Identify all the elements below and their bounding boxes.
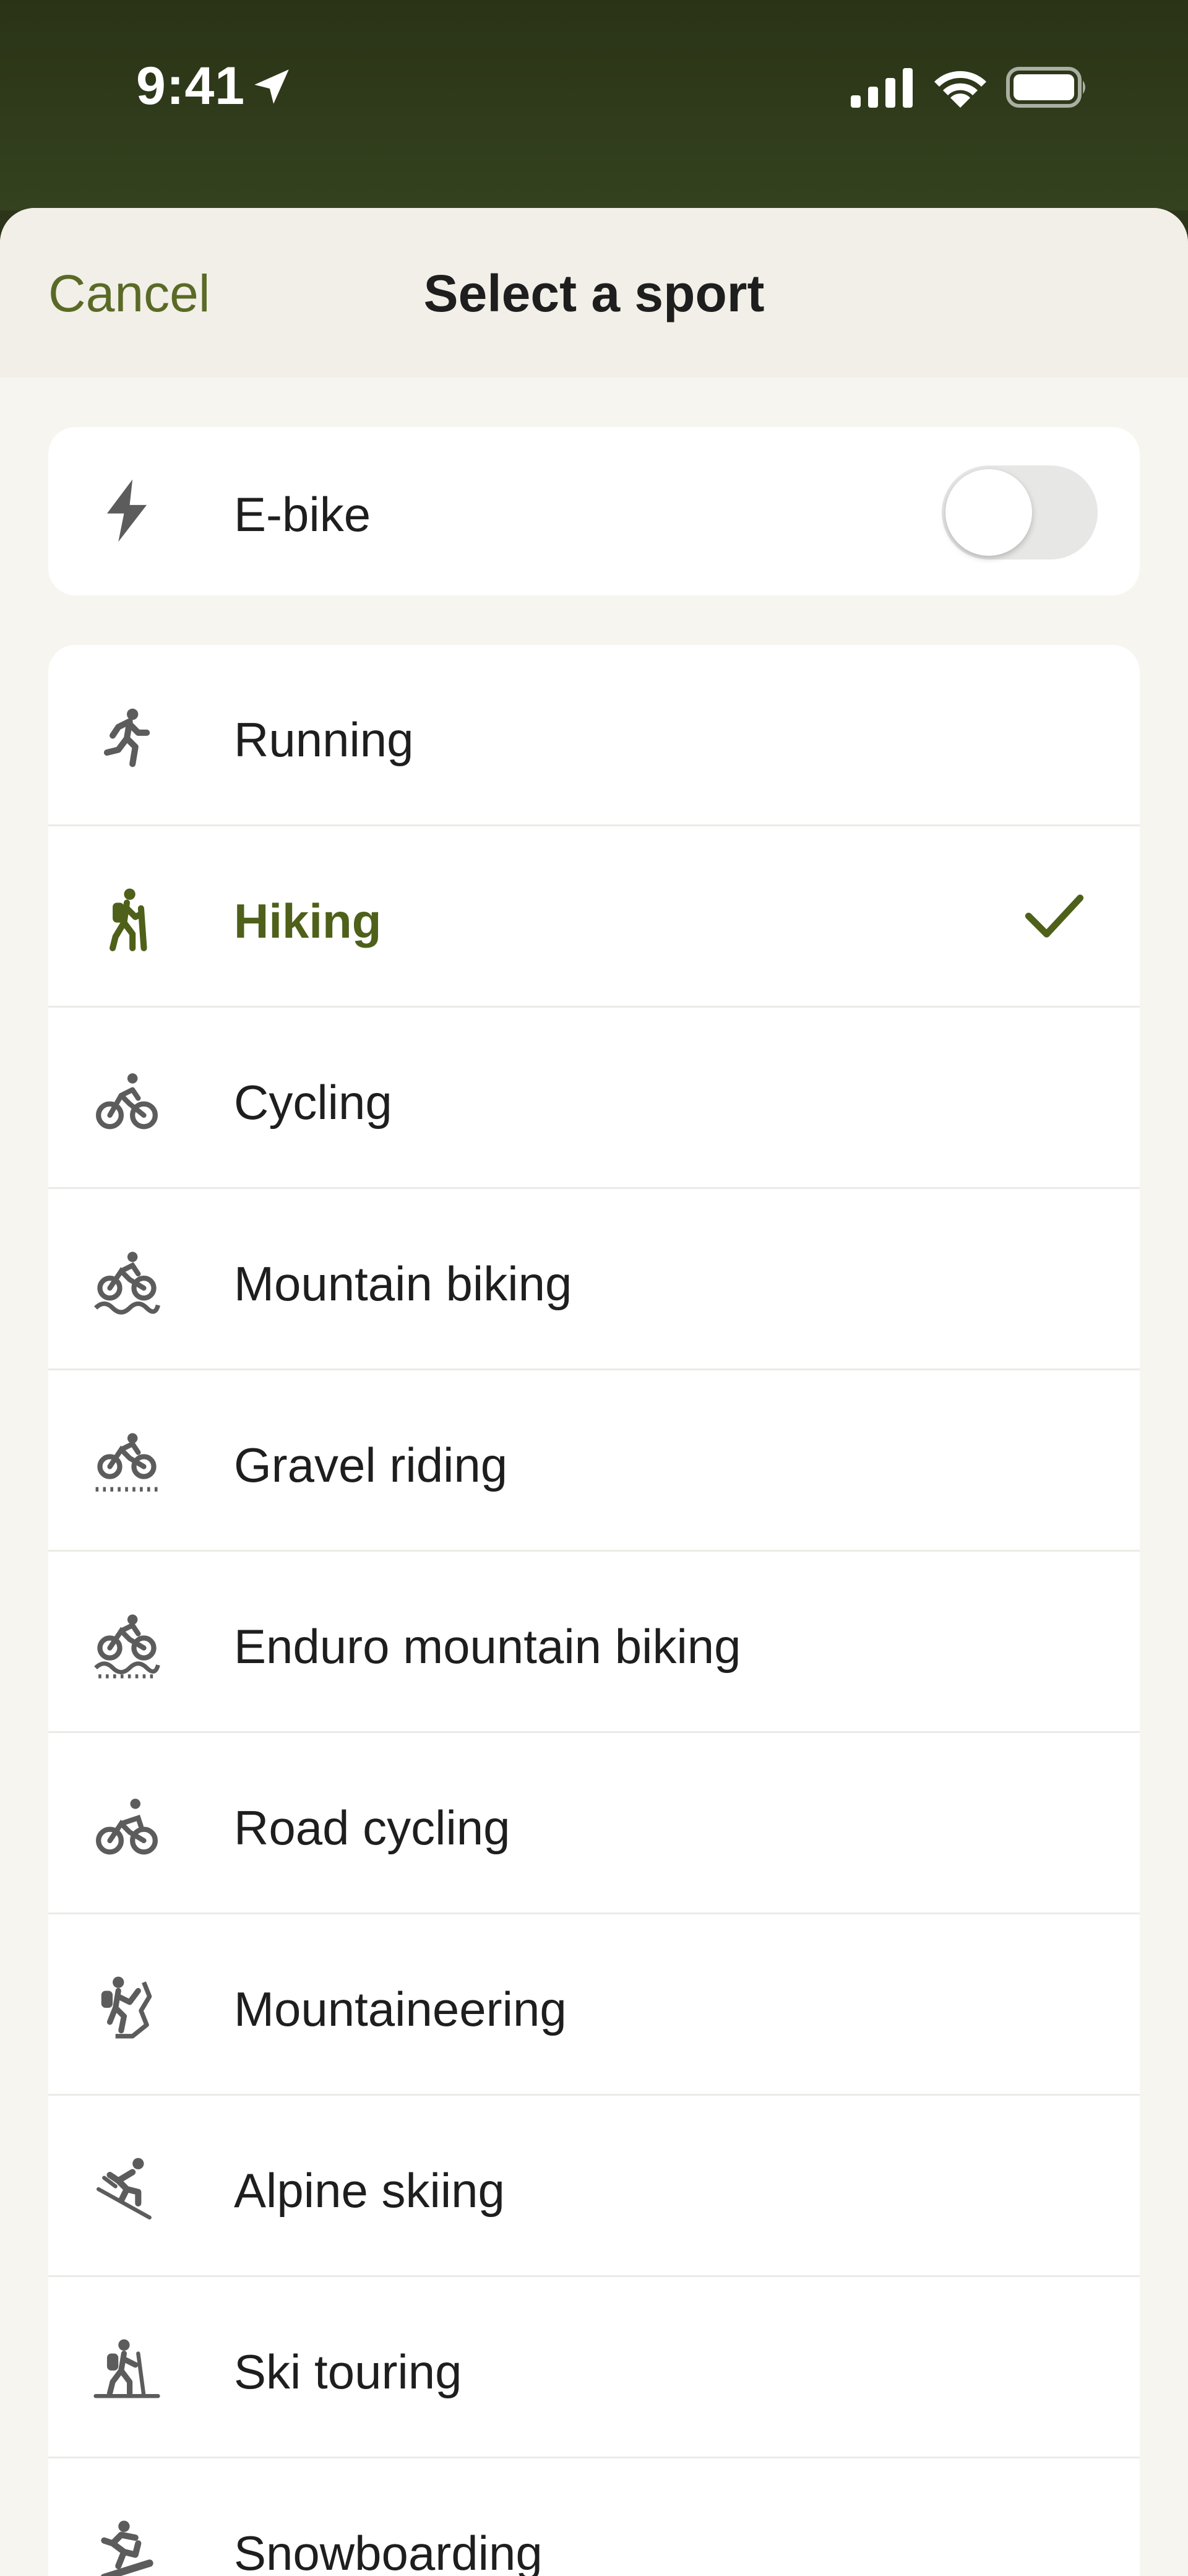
sport-row-ski-touring[interactable]: Ski touring xyxy=(48,2277,1140,2458)
ski-touring-icon xyxy=(93,2339,160,2398)
sport-label: Road cycling xyxy=(234,1800,510,1855)
sheet-header: Select a sport Cancel xyxy=(0,208,1188,378)
sport-row-gravel-riding[interactable]: Gravel riding xyxy=(48,1370,1140,1552)
ebike-label: E-bike xyxy=(234,487,371,542)
checkmark-icon xyxy=(1025,894,1084,938)
hiking-icon xyxy=(110,888,147,951)
sport-row-enduro-mountain-biking[interactable]: Enduro mountain biking xyxy=(48,1552,1140,1733)
sport-label: Cycling xyxy=(234,1075,392,1130)
sport-label: Ski touring xyxy=(234,2345,462,2399)
enduro-biking-icon xyxy=(94,1614,160,1679)
sport-label: Alpine skiing xyxy=(234,2163,505,2218)
battery-icon xyxy=(1006,67,1085,108)
alpine-skiing-icon xyxy=(96,2158,152,2220)
ebike-card: E-bike xyxy=(48,427,1140,595)
sport-row-mountaineering[interactable]: Mountaineering xyxy=(48,1914,1140,2096)
sport-row-mountain-biking[interactable]: Mountain biking xyxy=(48,1189,1140,1370)
cancel-button[interactable]: Cancel xyxy=(48,264,210,324)
sport-row-snowboarding[interactable]: Snowboarding xyxy=(48,2458,1140,2576)
mountaineering-icon xyxy=(101,1976,152,2039)
sport-label: Snowboarding xyxy=(234,2526,543,2576)
sport-label: Gravel riding xyxy=(234,1438,508,1492)
sports-list: Running Hiking Cycling Mountain biking G… xyxy=(48,645,1140,2576)
status-bar: 9:41 xyxy=(0,0,1188,210)
sport-label: Running xyxy=(234,712,414,767)
running-icon xyxy=(103,708,150,767)
mountain-biking-icon xyxy=(93,1251,160,1315)
sport-row-running[interactable]: Running xyxy=(48,645,1140,826)
road-cycling-icon xyxy=(96,1799,158,1855)
snowboarding-icon xyxy=(100,2520,153,2576)
lightning-bolt-icon xyxy=(106,479,147,542)
toggle-knob xyxy=(945,469,1032,556)
sport-label: Mountaineering xyxy=(234,1982,567,2036)
gravel-riding-icon xyxy=(95,1433,158,1492)
ebike-row[interactable]: E-bike xyxy=(48,427,1140,595)
sport-row-alpine-skiing[interactable]: Alpine skiing xyxy=(48,2096,1140,2277)
wifi-icon xyxy=(934,71,986,108)
sport-label: Enduro mountain biking xyxy=(234,1619,741,1674)
sport-picker-sheet: Select a sport Cancel E-bike Running Hik… xyxy=(0,208,1188,2576)
ebike-toggle[interactable] xyxy=(942,465,1098,560)
location-arrow-icon xyxy=(254,69,289,104)
cycling-icon xyxy=(96,1073,158,1130)
sport-label: Hiking xyxy=(234,894,382,948)
sport-row-cycling[interactable]: Cycling xyxy=(48,1008,1140,1189)
cellular-signal-icon xyxy=(851,68,913,108)
status-time: 9:41 xyxy=(136,56,246,116)
sport-label: Mountain biking xyxy=(234,1256,572,1311)
sport-row-hiking[interactable]: Hiking xyxy=(48,826,1140,1008)
sport-row-road-cycling[interactable]: Road cycling xyxy=(48,1733,1140,1914)
